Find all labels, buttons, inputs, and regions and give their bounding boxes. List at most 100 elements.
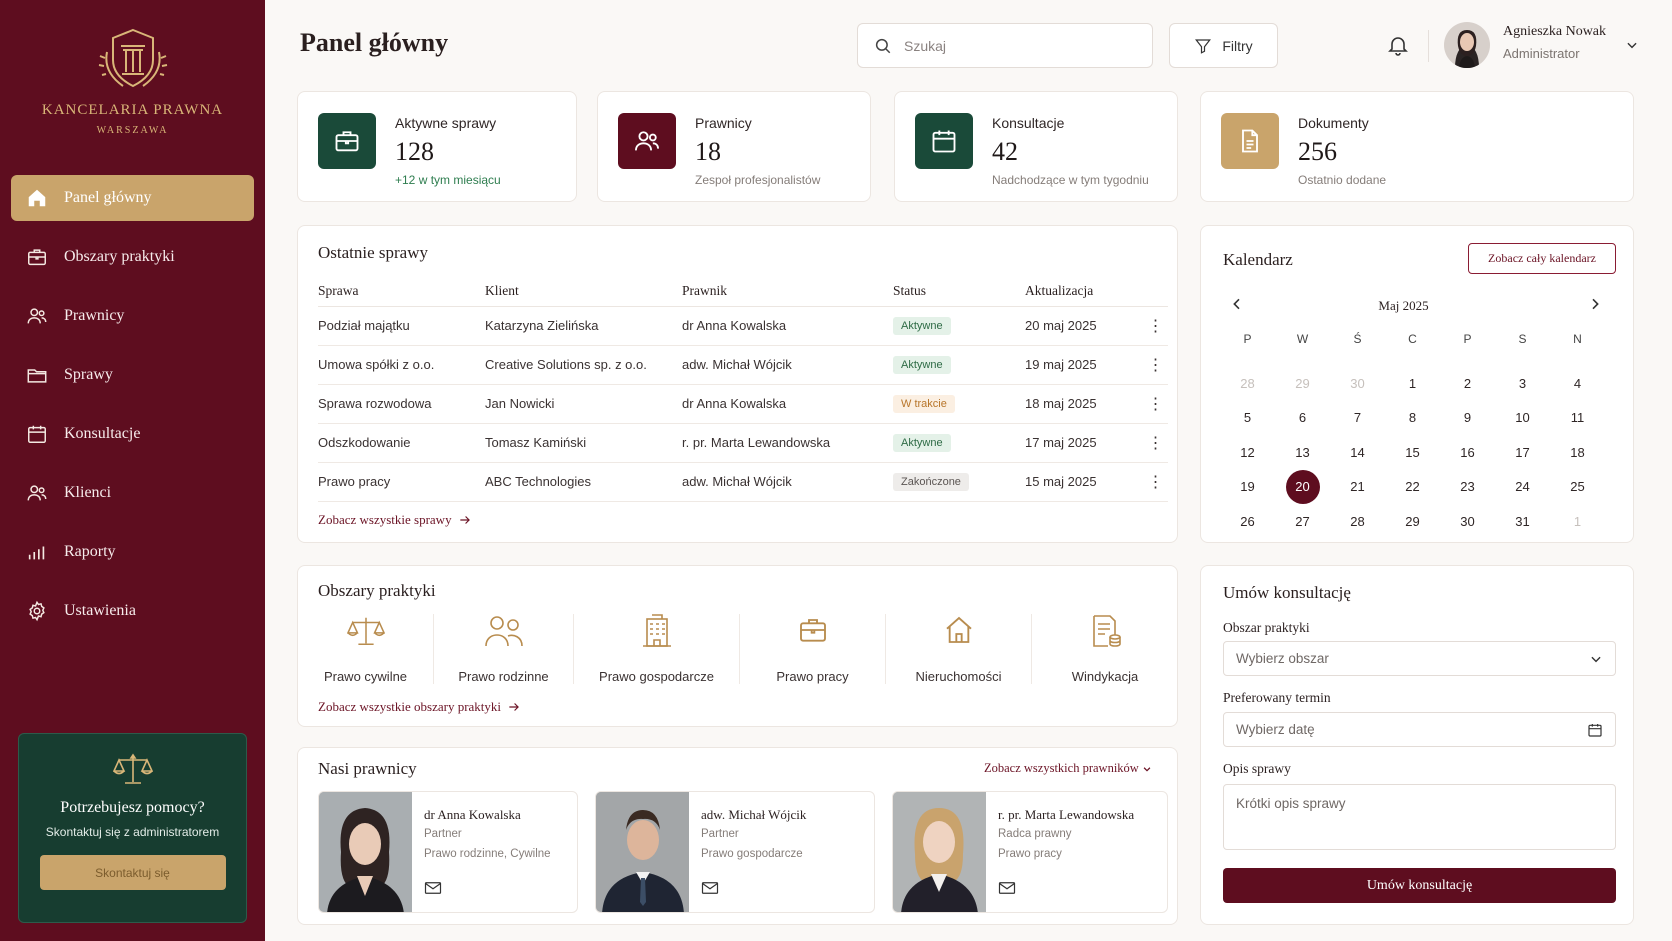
- table-row[interactable]: Umowa spółki z o.o. Creative Solutions s…: [318, 345, 1168, 385]
- column-header[interactable]: Status: [893, 276, 1025, 307]
- mail-icon[interactable]: [424, 880, 442, 896]
- practice-area-civil[interactable]: Prawo cywilne: [298, 614, 434, 684]
- sidebar-item-label: Panel główny: [64, 189, 152, 206]
- sidebar-item-practice-areas[interactable]: Obszary praktyki: [11, 234, 254, 280]
- sidebar-item-cases[interactable]: Sprawy: [11, 352, 254, 398]
- description-field[interactable]: Krótki opis sprawy: [1223, 784, 1616, 850]
- sidebar-item-clients[interactable]: Klienci: [11, 470, 254, 516]
- calendar-day[interactable]: 7: [1330, 401, 1385, 436]
- calendar-day-number: 6: [1298, 410, 1307, 426]
- practice-area-select[interactable]: Wybierz obszar: [1223, 641, 1616, 676]
- view-all-areas-link[interactable]: Zobacz wszystkie obszary praktyki: [318, 699, 521, 715]
- more-actions-icon[interactable]: ⋮: [1143, 384, 1168, 424]
- lawyer-card[interactable]: adw. Michał Wójcik Partner Prawo gospoda…: [595, 791, 875, 913]
- lawyer-card[interactable]: dr Anna Kowalska Partner Prawo rodzinne,…: [318, 791, 578, 913]
- calendar-day[interactable]: 2: [1440, 366, 1495, 401]
- calendar-day[interactable]: 30: [1440, 504, 1495, 539]
- practice-area-labor[interactable]: Prawo pracy: [740, 614, 886, 684]
- search-box[interactable]: [857, 23, 1153, 68]
- calendar-day[interactable]: 29: [1385, 504, 1440, 539]
- table-row[interactable]: Podział majątku Katarzyna Zielińska dr A…: [318, 306, 1168, 346]
- calendar-day[interactable]: 4: [1550, 366, 1605, 401]
- search-input[interactable]: [904, 37, 1124, 54]
- calendar-day[interactable]: 27: [1275, 504, 1330, 539]
- calendar-day[interactable]: 3: [1495, 366, 1550, 401]
- chevron-down-icon[interactable]: [1625, 38, 1639, 52]
- practice-area-debt-collection[interactable]: Windykacja: [1032, 614, 1178, 684]
- date-field[interactable]: Wybierz datę: [1223, 712, 1616, 747]
- calendar-day[interactable]: 10: [1495, 401, 1550, 436]
- more-actions-icon[interactable]: ⋮: [1143, 423, 1168, 463]
- calendar-day[interactable]: 25: [1550, 470, 1605, 505]
- stat-card-consultations[interactable]: Konsultacje 42 Nadchodzące w tym tygodni…: [894, 91, 1178, 202]
- more-actions-icon[interactable]: ⋮: [1143, 345, 1168, 385]
- calendar-day[interactable]: 5: [1220, 401, 1275, 436]
- calendar-day[interactable]: 23: [1440, 470, 1495, 505]
- brand-city: WARSZAWA: [96, 125, 169, 136]
- calendar-day[interactable]: 14: [1330, 435, 1385, 470]
- calendar-day[interactable]: 21: [1330, 470, 1385, 505]
- sidebar-item-consultations[interactable]: Konsultacje: [11, 411, 254, 457]
- calendar-day[interactable]: 30: [1330, 366, 1385, 401]
- calendar-day[interactable]: 6: [1275, 401, 1330, 436]
- calendar-day[interactable]: 18: [1550, 435, 1605, 470]
- stat-sub: Ostatnio dodane: [1298, 173, 1387, 187]
- sidebar-item-panel[interactable]: Panel główny: [11, 175, 254, 221]
- calendar-day[interactable]: 16: [1440, 435, 1495, 470]
- sidebar-item-reports[interactable]: Raporty: [11, 529, 254, 575]
- calendar-day-selected[interactable]: 20: [1275, 469, 1330, 505]
- calendar-day[interactable]: 15: [1385, 435, 1440, 470]
- calendar-day[interactable]: 29: [1275, 366, 1330, 401]
- table-row[interactable]: Prawo pracy ABC Technologies adw. Michał…: [318, 462, 1168, 502]
- calendar-day[interactable]: 12: [1220, 435, 1275, 470]
- practice-area-family[interactable]: Prawo rodzinne: [434, 614, 574, 684]
- calendar-day[interactable]: 13: [1275, 435, 1330, 470]
- stat-value: 42: [992, 137, 1018, 166]
- more-actions-icon[interactable]: ⋮: [1143, 462, 1168, 502]
- book-consultation-button[interactable]: Umów konsultację: [1223, 868, 1616, 903]
- user-avatar[interactable]: [1444, 22, 1490, 68]
- table-row[interactable]: Sprawa rozwodowa Jan Nowicki dr Anna Kow…: [318, 384, 1168, 424]
- calendar-day[interactable]: 28: [1220, 366, 1275, 401]
- calendar-day[interactable]: 17: [1495, 435, 1550, 470]
- column-header[interactable]: Aktualizacja: [1025, 276, 1143, 307]
- view-all-lawyers-link[interactable]: Zobacz wszystkich prawników: [984, 761, 1152, 776]
- calendar-day[interactable]: 28: [1330, 504, 1385, 539]
- sidebar-item-lawyers[interactable]: Prawnicy: [11, 293, 254, 339]
- preferred-date-label: Preferowany termin: [1223, 690, 1331, 705]
- calendar-day[interactable]: 26: [1220, 504, 1275, 539]
- view-full-calendar-button[interactable]: Zobacz cały kalendarz: [1468, 243, 1616, 274]
- column-header[interactable]: Prawnik: [682, 276, 893, 307]
- calendar-day[interactable]: 1: [1550, 504, 1605, 539]
- calendar-day[interactable]: 8: [1385, 401, 1440, 436]
- section-title: Nasi prawnicy: [318, 759, 417, 778]
- calendar-day[interactable]: 22: [1385, 470, 1440, 505]
- calendar-day[interactable]: 11: [1550, 401, 1605, 436]
- contact-button[interactable]: Skontaktuj się: [39, 855, 226, 890]
- view-all-cases-link[interactable]: Zobacz wszystkie sprawy: [318, 512, 472, 528]
- column-header[interactable]: Klient: [485, 276, 682, 307]
- column-header[interactable]: Sprawa: [318, 276, 485, 307]
- stat-card-documents[interactable]: Dokumenty 256 Ostatnio dodane: [1200, 91, 1634, 202]
- chevron-right-icon[interactable]: [1587, 296, 1603, 312]
- practice-area-real-estate[interactable]: Nieruchomości: [886, 614, 1032, 684]
- mail-icon[interactable]: [701, 880, 719, 896]
- calendar-day[interactable]: 9: [1440, 401, 1495, 436]
- calendar-day[interactable]: 31: [1495, 504, 1550, 539]
- calendar-day[interactable]: 24: [1495, 470, 1550, 505]
- lawyer-card[interactable]: r. pr. Marta Lewandowska Radca prawny Pr…: [892, 791, 1168, 913]
- lawyer-portrait-image: [319, 792, 412, 912]
- calendar-day[interactable]: 1: [1385, 366, 1440, 401]
- search-icon: [875, 38, 891, 53]
- calendar-day[interactable]: 19: [1220, 470, 1275, 505]
- table-row[interactable]: Odszkodowanie Tomasz Kamiński r. pr. Mar…: [318, 423, 1168, 463]
- practice-area-business[interactable]: Prawo gospodarcze: [574, 614, 740, 684]
- sidebar-item-settings[interactable]: Ustawienia: [11, 588, 254, 634]
- more-actions-icon[interactable]: ⋮: [1143, 306, 1168, 346]
- stat-card-active-cases[interactable]: Aktywne sprawy 128 +12 w tym miesiącu: [297, 91, 577, 202]
- filters-button[interactable]: Filtry: [1169, 23, 1278, 68]
- stat-card-lawyers[interactable]: Prawnicy 18 Zespoł profesjonalistów: [597, 91, 871, 202]
- mail-icon[interactable]: [998, 880, 1016, 896]
- bell-icon[interactable]: [1386, 33, 1410, 57]
- practice-area-label: Prawo pracy: [776, 669, 849, 684]
